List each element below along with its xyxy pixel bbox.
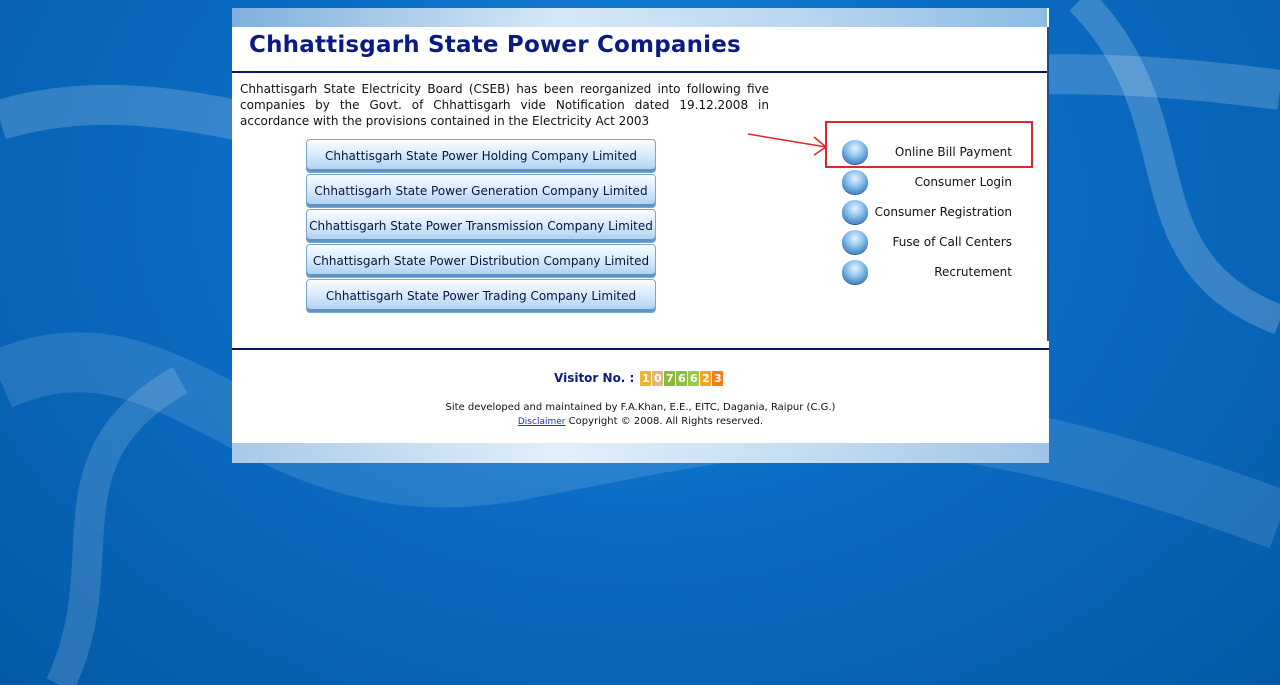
company-button-distribution[interactable]: Chhattisgarh State Power Distribution Co… [306,244,656,278]
header-divider [232,71,1049,73]
company-button-transmission[interactable]: Chhattisgarh State Power Transmission Co… [306,209,656,243]
company-button-holding[interactable]: Chhattisgarh State Power Holding Company… [306,139,656,173]
visitor-counter: Visitor No. : 1076623 [554,366,724,386]
orb-bullet-icon [842,260,868,284]
orb-bullet-icon [842,140,868,164]
copyright-text: Copyright © 2008. All Rights reserved. [568,416,764,427]
main-panel: Chhattisgarh State Power Companies Chhat… [232,8,1049,463]
company-list: Chhattisgarh State Power Holding Company… [306,139,656,314]
red-arrow-annotation [747,133,828,156]
visitor-label: Visitor No. : [554,371,635,385]
visitor-digit: 6 [688,370,700,386]
menu-item-recrutement[interactable]: Recrutement [842,260,1012,288]
disclaimer-link[interactable]: Disclaimer [518,417,566,427]
footer-divider [232,348,1049,350]
visitor-digits: 1076623 [640,367,724,386]
footer-strip [232,443,1049,463]
orb-bullet-icon [842,230,868,254]
menu-item-label: Fuse of Call Centers [892,235,1012,249]
menu-item-consumer-login[interactable]: Consumer Login [842,170,1012,198]
orb-bullet-icon [842,170,868,194]
visitor-digit: 3 [712,370,724,386]
company-button-trading[interactable]: Chhattisgarh State Power Trading Company… [306,279,656,313]
orb-bullet-icon [842,200,868,224]
menu-item-label: Consumer Registration [874,205,1012,219]
visitor-digit: 1 [640,370,652,386]
visitor-digit: 6 [676,370,688,386]
menu-item-fuse-call-centers[interactable]: Fuse of Call Centers [842,230,1012,258]
visitor-digit: 0 [652,370,664,386]
footer-credits: Site developed and maintained by F.A.Kha… [232,401,1049,429]
visitor-digit: 7 [664,370,676,386]
menu-item-consumer-registration[interactable]: Consumer Registration [842,200,1012,228]
company-button-generation[interactable]: Chhattisgarh State Power Generation Comp… [306,174,656,208]
menu-item-online-bill-payment[interactable]: Online Bill Payment [842,140,1012,168]
intro-text: Chhattisgarh State Electricity Board (CS… [240,82,769,128]
menu-item-label: Recrutement [934,265,1012,279]
credit-text: Site developed and maintained by F.A.Kha… [445,402,836,413]
panel-right-border [1047,27,1049,341]
menu-item-label: Online Bill Payment [894,145,1012,159]
visitor-digit: 2 [700,370,712,386]
page-title: Chhattisgarh State Power Companies [249,32,741,58]
menu-item-label: Consumer Login [914,175,1012,189]
header-strip [232,8,1047,27]
